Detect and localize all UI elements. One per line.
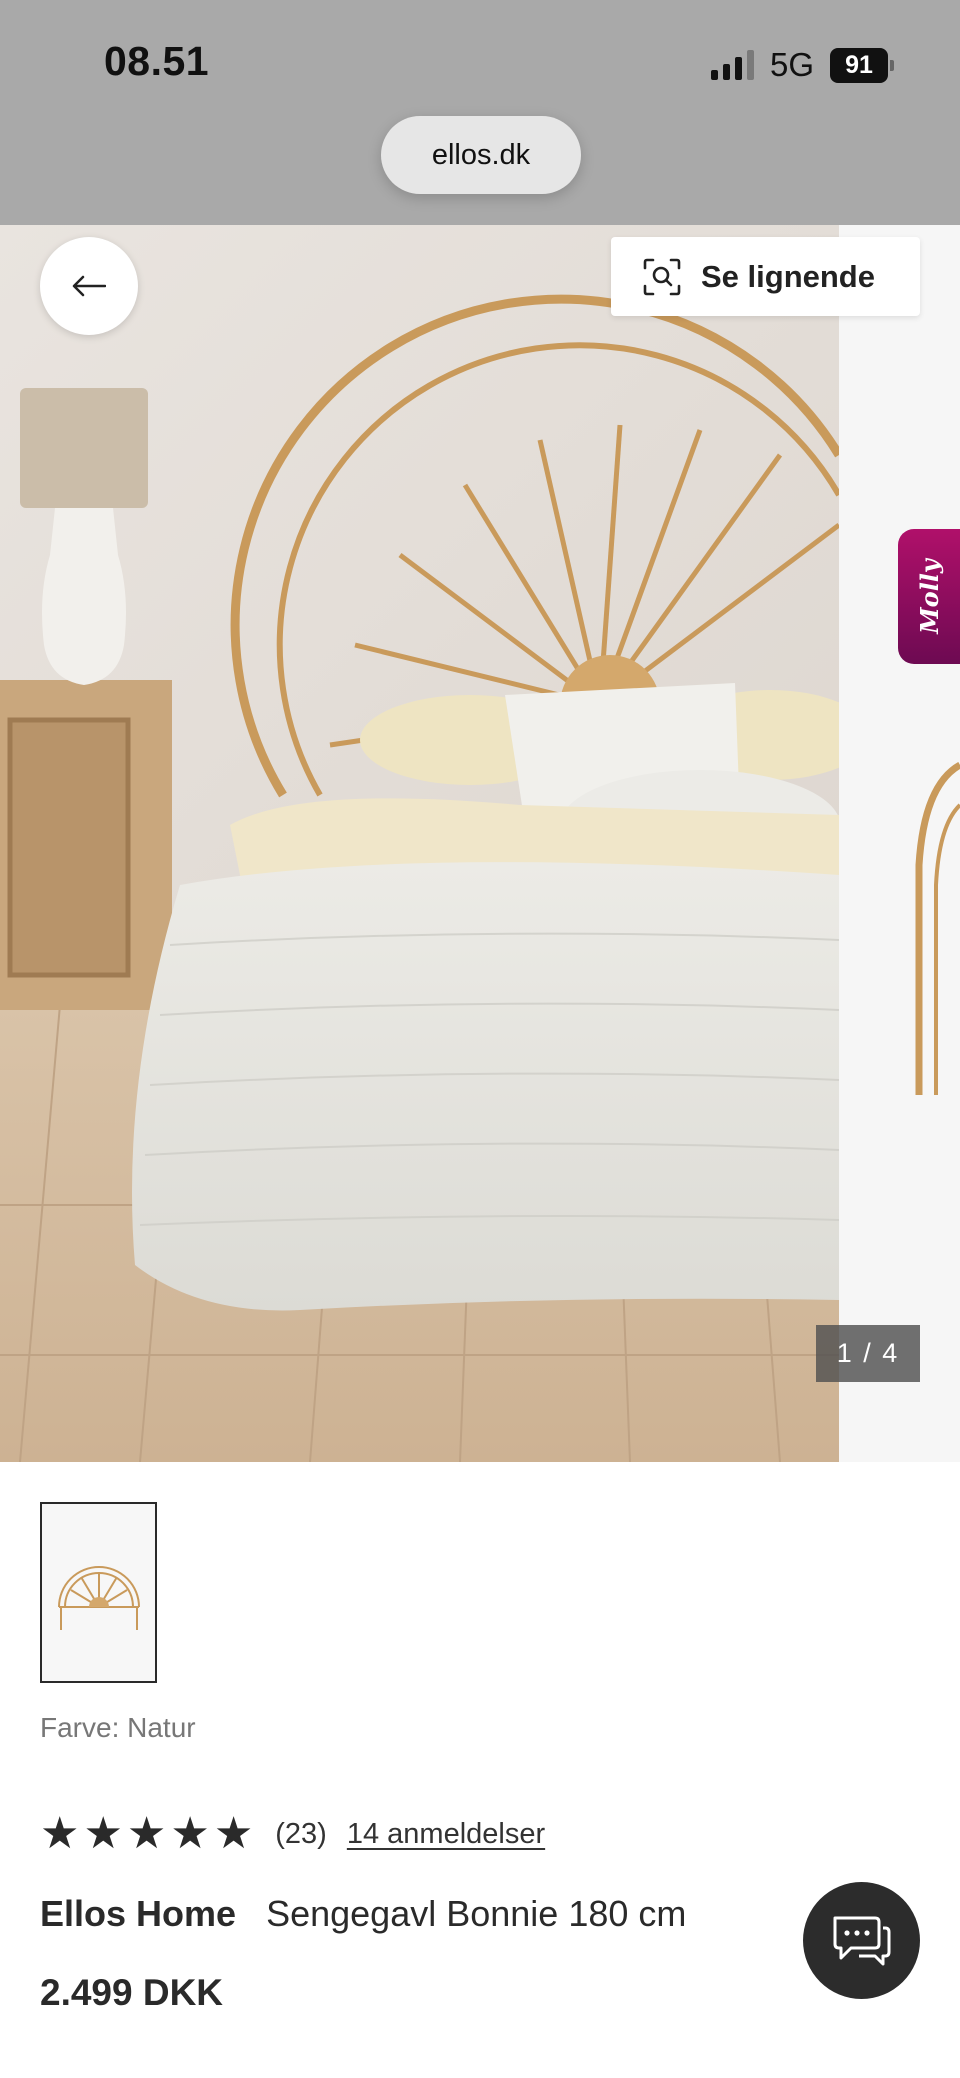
image-counter: 1 / 4 <box>816 1325 920 1382</box>
network-type: 5G <box>769 46 814 83</box>
address-bar[interactable]: ellos.dk <box>381 116 581 194</box>
star-icon: ★ <box>170 1808 210 1859</box>
next-image-peek[interactable] <box>839 225 960 1462</box>
rating-row: ★ ★ ★ ★ ★ (23) 14 anmeldelser <box>40 1812 545 1856</box>
product-gallery[interactable]: Se lignende Molly 1 / 4 <box>0 225 960 1462</box>
star-icon: ★ <box>83 1808 123 1859</box>
star-icon: ★ <box>126 1808 167 1859</box>
product-image[interactable] <box>0 225 839 1462</box>
battery-icon: 91 <box>830 47 894 83</box>
status-time: 08.51 <box>104 38 210 84</box>
star-rating: ★ ★ ★ ★ ★ <box>40 1812 253 1856</box>
rating-count: (23) <box>275 1817 327 1850</box>
back-button[interactable] <box>40 237 138 335</box>
see-similar-button[interactable]: Se lignende <box>611 237 920 316</box>
arrow-left-icon <box>72 275 106 297</box>
molly-assistant-tab[interactable]: Molly <box>898 529 960 664</box>
product-name: Sengegavl Bonnie 180 cm <box>266 1893 687 1934</box>
color-label: Farve: Natur <box>40 1712 196 1743</box>
product-price: 2.499 DKK <box>40 1972 224 2013</box>
headboard-thumbnail-image <box>57 1565 140 1630</box>
reviews-link[interactable]: 14 anmeldelser <box>347 1818 545 1851</box>
signal-icon <box>710 50 754 80</box>
star-icon: ★ <box>213 1808 254 1859</box>
product-brand: Ellos Home <box>40 1893 237 1934</box>
see-similar-label: Se lignende <box>701 258 875 294</box>
chat-bubbles-icon <box>833 1916 890 1965</box>
product-title: Ellos Home Sengegavl Bonnie 180 cm <box>40 1893 686 1935</box>
molly-label: Molly <box>914 559 944 634</box>
chat-button[interactable] <box>803 1882 920 1999</box>
status-indicators: 5G 91 <box>710 46 894 84</box>
status-and-address-bar: 08.51 5G 91 ellos.dk <box>0 0 960 225</box>
star-icon: ★ <box>40 1808 80 1859</box>
visual-search-icon <box>643 258 681 295</box>
color-variant-thumbnail[interactable] <box>40 1502 157 1683</box>
battery-level: 91 <box>830 47 888 83</box>
